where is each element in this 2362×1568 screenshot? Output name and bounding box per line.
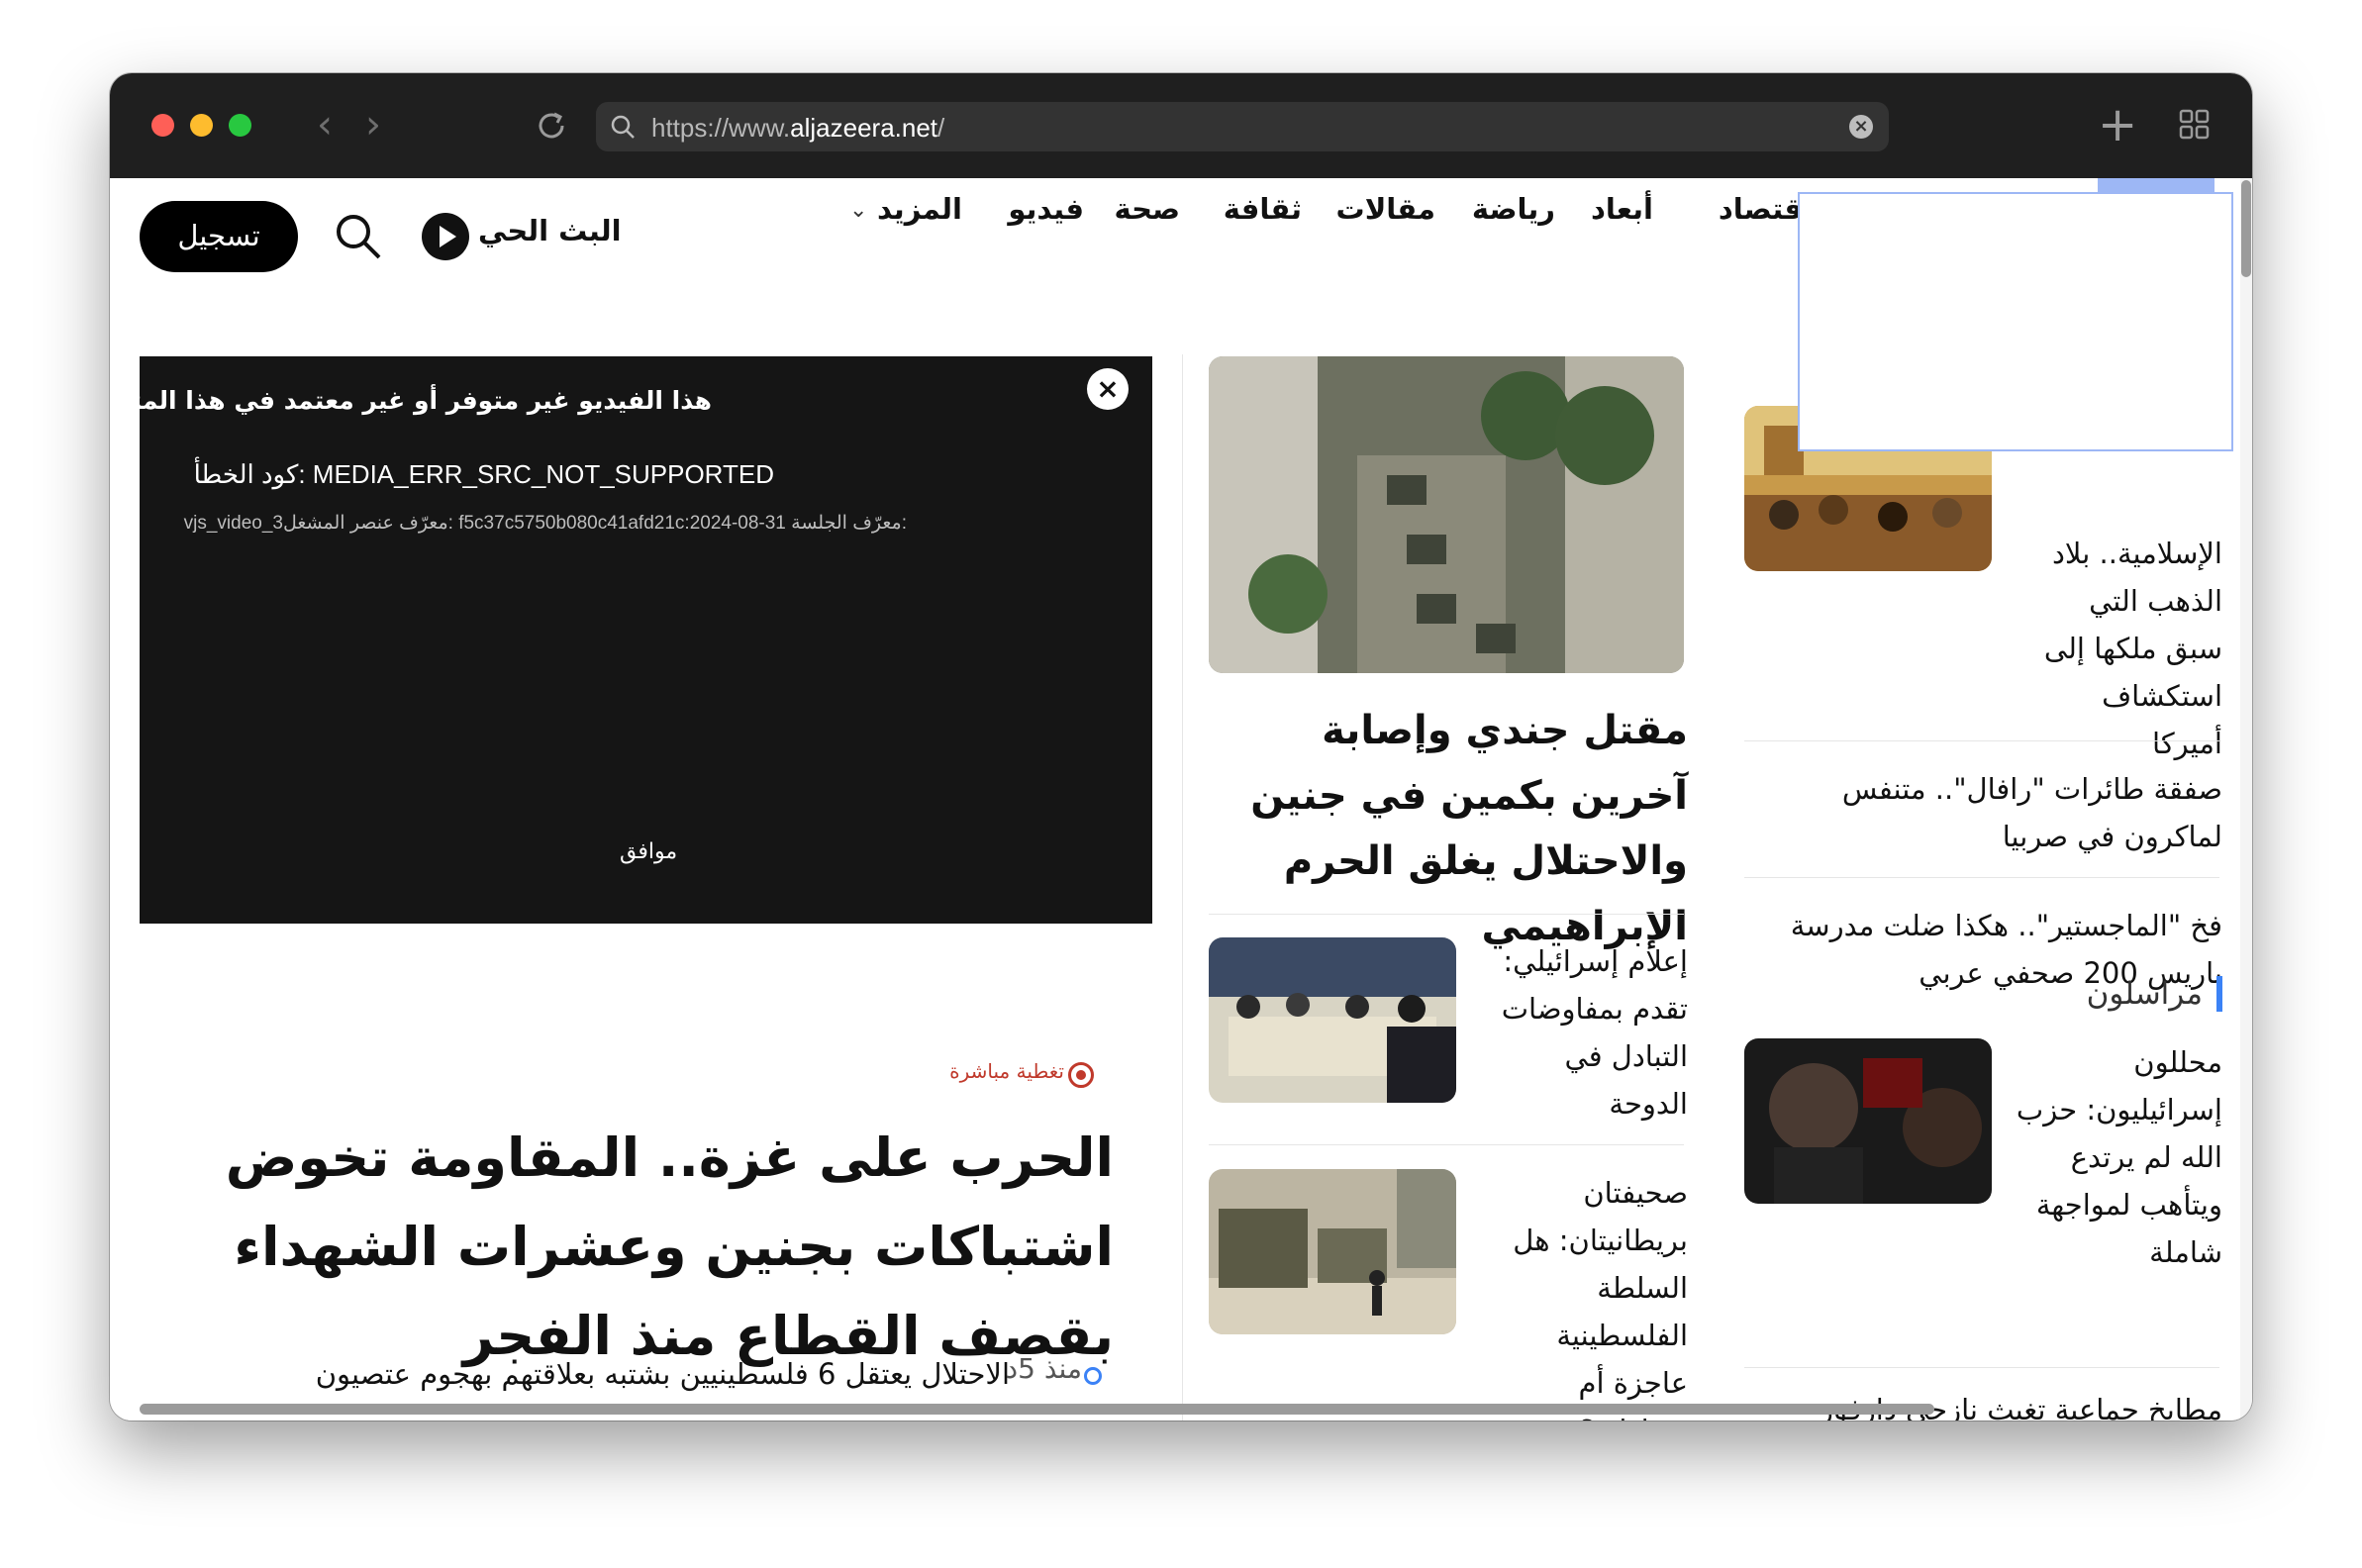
address-bar[interactable]: https://www.aljazeera.net/ × <box>596 102 1889 151</box>
live-stream-text[interactable]: البث الحي <box>478 214 622 247</box>
nav-sports[interactable]: رياضة <box>1472 192 1555 226</box>
scrollbar-thumb[interactable] <box>140 1404 1934 1415</box>
article-thumb-military[interactable] <box>1209 1169 1456 1334</box>
section-title-correspondents[interactable]: مراسلون <box>2087 976 2222 1012</box>
tab-overview-icon[interactable] <box>2179 109 2211 141</box>
search-icon[interactable] <box>334 212 383 261</box>
lead-image-jenin[interactable] <box>1209 356 1684 673</box>
page-content: اقتصاد أبعاد رياضة مقالات ثقافة صحة فيدي… <box>110 178 2252 1421</box>
nav-culture[interactable]: ثقافة <box>1224 192 1302 226</box>
nav-dimensions[interactable]: أبعاد <box>1591 192 1653 226</box>
horizontal-scrollbar[interactable] <box>140 1404 2020 1416</box>
divider <box>1744 740 2219 741</box>
close-window-button[interactable] <box>151 114 174 137</box>
player-ok-button[interactable]: موافق <box>620 839 677 864</box>
player-error-ids: vjs_video_3معرّف عنصر المشغل: f5c37c5750… <box>183 513 907 534</box>
nav-video[interactable]: فيديو <box>1008 192 1084 226</box>
divider <box>1744 1367 2219 1368</box>
article-link[interactable]: إعلام إسرائيلي: تقدم بمفاوضات التبادل في… <box>1490 937 1688 1127</box>
zoom-window-button[interactable] <box>229 114 251 137</box>
back-icon[interactable]: ‹ <box>303 103 346 147</box>
divider <box>1209 914 1684 915</box>
divider <box>1744 877 2219 878</box>
divider <box>1209 1144 1684 1145</box>
article-link[interactable]: صفقة طائرات "رافال".. متنفس لماكرون في ص… <box>1807 765 2222 860</box>
register-button[interactable]: تسجيل <box>140 201 298 272</box>
column-divider <box>1182 354 1183 1421</box>
player-error-code: كود الخطأ: MEDIA_ERR_SRC_NOT_SUPPORTED <box>193 459 774 489</box>
browser-window: ‹ › https://www.aljazeera.net/ × + اقتصا… <box>110 73 2252 1421</box>
live-coverage-badge[interactable]: تغطية مباشرة <box>949 1059 1064 1083</box>
scrollbar-thumb[interactable] <box>2241 180 2251 277</box>
article-link[interactable]: الإسلامية.. بلاد الذهب التي سبق ملكها إل… <box>2024 530 2222 767</box>
play-icon[interactable] <box>422 213 469 260</box>
nav-health[interactable]: صحة <box>1114 192 1180 226</box>
url-text: https://www.aljazeera.net/ <box>651 113 945 143</box>
forward-icon[interactable]: › <box>351 103 395 147</box>
clear-url-icon[interactable]: × <box>1849 115 1873 139</box>
new-tab-icon[interactable]: + <box>2098 95 2137 154</box>
article-thumb-meeting[interactable] <box>1209 937 1456 1103</box>
lead-article-title[interactable]: مقتل جندي وإصابة آخرين بكمين في جنين وال… <box>1232 698 1688 959</box>
close-icon[interactable]: × <box>1087 368 1129 410</box>
timeline-dot-icon <box>1084 1367 1102 1385</box>
search-icon <box>611 115 635 139</box>
article-thumb-analysts[interactable] <box>1744 1038 1992 1204</box>
ticker-item[interactable]: الاحتلال يعتقل 6 فلسطينيين بشتبه بعلاقته… <box>297 1350 1010 1398</box>
player-error-title: هذا الفيديو غير متوفر أو غير معتمد في هذ… <box>110 386 712 415</box>
main-headline[interactable]: الحرب على غزة.. المقاومة تخوض اشتباكات ب… <box>193 1114 1114 1381</box>
ticker-time: منذ 5د <box>1005 1352 1082 1385</box>
vertical-scrollbar[interactable] <box>2240 178 2252 1421</box>
live-icon <box>1068 1062 1094 1088</box>
minimize-window-button[interactable] <box>190 114 213 137</box>
nav-articles[interactable]: مقالات <box>1336 192 1435 226</box>
reload-icon[interactable] <box>533 107 570 145</box>
article-link[interactable]: صحيفتان بريطانيتان: هل السلطة الفلسطينية… <box>1490 1169 1688 1421</box>
title-bar: ‹ › https://www.aljazeera.net/ × + <box>110 73 2252 178</box>
chevron-down-icon[interactable]: ⌄ <box>849 198 867 223</box>
blank-overlay-panel <box>1798 192 2233 451</box>
article-link[interactable]: محللون إسرائيليون: حزب الله لم يرتدع ويت… <box>2015 1038 2222 1276</box>
nav-more[interactable]: المزيد <box>877 192 962 226</box>
video-player[interactable]: هذا الفيديو غير متوفر أو غير معتمد في هذ… <box>110 356 1152 924</box>
